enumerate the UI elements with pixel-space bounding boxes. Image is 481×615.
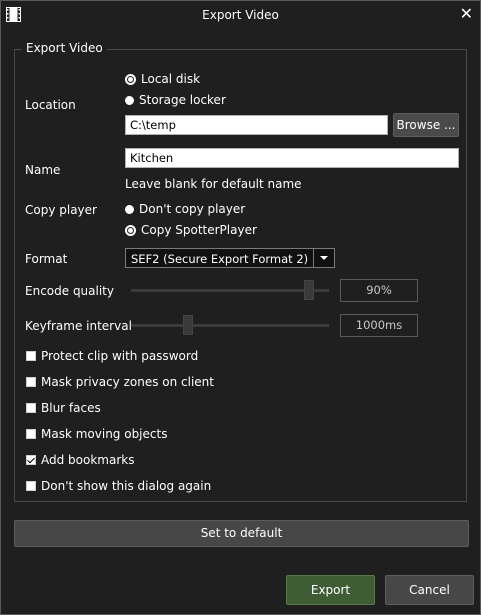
export-video-dialog: Export Video ✕ Export Video Location Loc… xyxy=(0,0,481,615)
format-select[interactable]: SEF2 (Secure Export Format 2) xyxy=(125,248,335,268)
option-mask-privacy-zones[interactable]: Mask privacy zones on client xyxy=(26,375,214,389)
path-input[interactable] xyxy=(125,115,388,135)
name-input[interactable] xyxy=(125,148,459,168)
radio-dont-copy-player[interactable]: Don't copy player xyxy=(125,202,245,216)
checkbox-label: Blur faces xyxy=(41,401,101,415)
option-mask-moving-objects[interactable]: Mask moving objects xyxy=(26,427,167,441)
checkbox-label: Don't show this dialog again xyxy=(41,479,212,493)
option-blur-faces[interactable]: Blur faces xyxy=(26,401,101,415)
encode-quality-label: Encode quality xyxy=(25,284,114,298)
group-title: Export Video xyxy=(22,41,107,55)
format-label: Format xyxy=(25,252,68,266)
checkbox-label: Mask moving objects xyxy=(41,427,168,441)
dialog-title: Export Video xyxy=(202,8,279,22)
encode-quality-slider-track[interactable] xyxy=(131,289,329,292)
copy-player-label: Copy player xyxy=(25,203,97,217)
checkbox-label: Mask privacy zones on client xyxy=(41,375,214,389)
name-hint: Leave blank for default name xyxy=(125,177,302,191)
checkbox xyxy=(26,377,36,387)
radio-copy-spotterplayer[interactable]: Copy SpotterPlayer xyxy=(125,223,257,237)
option-add-bookmarks[interactable]: Add bookmarks xyxy=(26,453,134,467)
option-dont-show-again[interactable]: Don't show this dialog again xyxy=(26,479,211,493)
radio-indicator xyxy=(125,95,134,105)
keyframe-interval-label: Keyframe interval xyxy=(25,319,132,333)
radio-indicator xyxy=(125,73,136,85)
keyframe-interval-value: 1000ms xyxy=(340,314,418,337)
radio-indicator xyxy=(125,224,136,236)
location-label: Location xyxy=(25,98,76,112)
radio-indicator xyxy=(125,204,134,214)
checkbox-label: Add bookmarks xyxy=(41,453,135,467)
name-label: Name xyxy=(25,163,61,177)
encode-quality-value: 90% xyxy=(340,279,418,302)
set-to-default-button[interactable]: Set to default xyxy=(14,520,469,547)
checkbox xyxy=(26,481,36,491)
option-protect-password[interactable]: Protect clip with password xyxy=(26,349,198,363)
keyframe-interval-slider-handle[interactable] xyxy=(183,315,193,335)
checkbox-label: Protect clip with password xyxy=(41,349,199,363)
title-bar: Export Video ✕ xyxy=(1,1,480,29)
cancel-button[interactable]: Cancel xyxy=(385,575,474,605)
encode-quality-slider-handle[interactable] xyxy=(304,280,314,300)
radio-local-disk[interactable]: Local disk xyxy=(125,72,200,86)
radio-label: Storage locker xyxy=(139,93,226,107)
close-icon[interactable]: ✕ xyxy=(460,5,473,23)
radio-label: Local disk xyxy=(141,72,201,86)
checkbox xyxy=(26,403,36,413)
checkbox xyxy=(26,429,36,439)
radio-label: Copy SpotterPlayer xyxy=(141,223,257,237)
chevron-down-icon xyxy=(313,249,334,267)
keyframe-interval-slider-track[interactable] xyxy=(131,324,329,327)
radio-label: Don't copy player xyxy=(139,202,246,216)
checkbox xyxy=(26,351,36,361)
radio-storage-locker[interactable]: Storage locker xyxy=(125,93,226,107)
checkbox-checked xyxy=(26,455,36,465)
format-selected-value: SEF2 (Secure Export Format 2) xyxy=(131,252,309,266)
browse-button[interactable]: Browse ... xyxy=(393,113,459,137)
export-button[interactable]: Export xyxy=(286,575,375,605)
